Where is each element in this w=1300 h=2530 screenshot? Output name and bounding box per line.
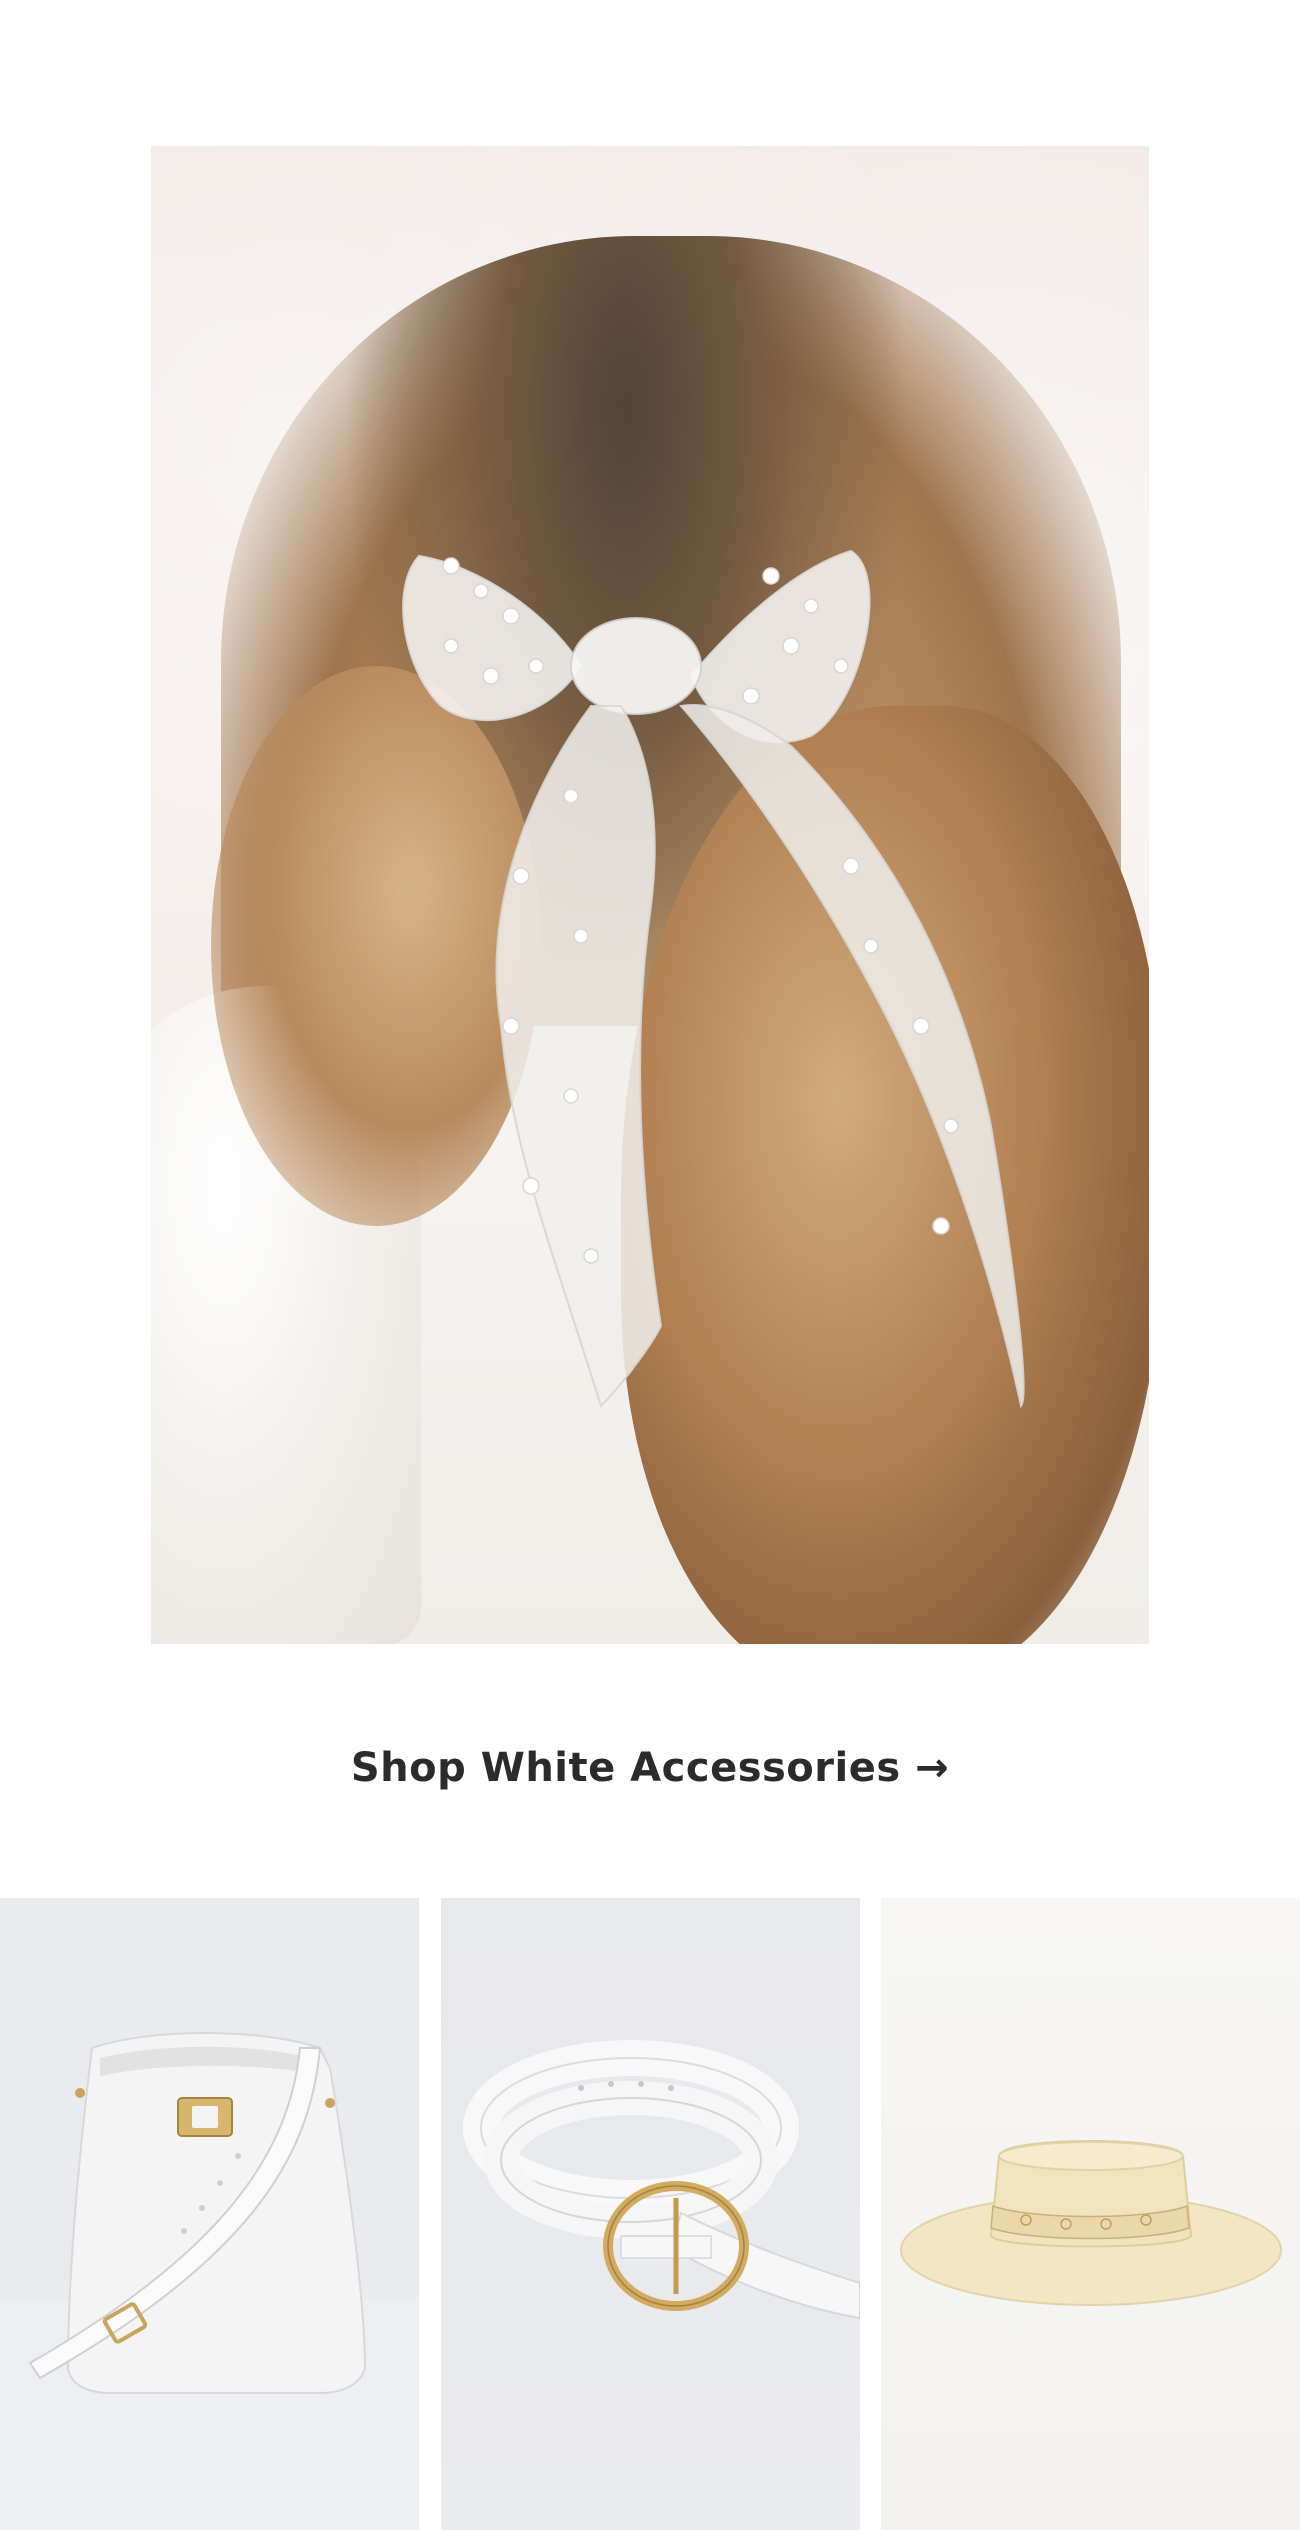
product-tile-bag[interactable] (0, 1898, 419, 2530)
shop-white-accessories-link[interactable]: Shop White Accessories → (351, 1745, 949, 1791)
tulle-bow-icon (402, 549, 1025, 1409)
product-tile-hat[interactable] (881, 1898, 1300, 2530)
cta-container: Shop White Accessories → (0, 1745, 1300, 1791)
hero-image[interactable] (151, 146, 1149, 1644)
cream-wide-brim-hat-icon (900, 2140, 1282, 2306)
product-tile-belt[interactable] (441, 1898, 860, 2530)
white-belt-gold-buckle-icon (463, 2040, 860, 2320)
white-handbag-icon (28, 2032, 367, 2394)
product-tiles (0, 1898, 1300, 2530)
